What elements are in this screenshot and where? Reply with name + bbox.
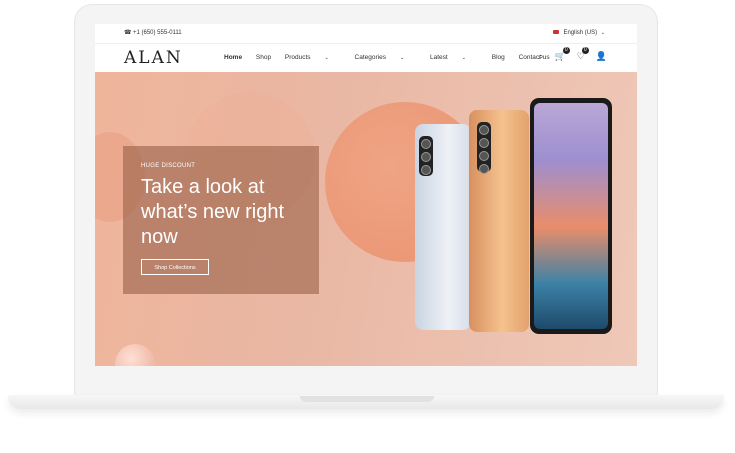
- wishlist-icon[interactable]: ♡ 0: [577, 47, 589, 62]
- phone-image-gold: [469, 110, 529, 332]
- nav-home[interactable]: Home: [224, 54, 242, 61]
- nav-shop[interactable]: Shop: [256, 54, 271, 61]
- chevron-down-icon: ⌄: [461, 55, 466, 61]
- wishlist-badge: 0: [581, 47, 589, 54]
- cart-badge: 0: [562, 47, 570, 54]
- language-selector[interactable]: English (US) ⌄: [552, 30, 605, 36]
- phone-number[interactable]: +1 (650) 555-0111: [133, 30, 182, 36]
- hero-title: Take a look at what’s new right now: [141, 176, 285, 248]
- hero-card: HUGE DISCOUNT Take a look at what’s new …: [123, 146, 319, 294]
- flag-icon: [552, 30, 559, 35]
- topbar: ☎ +1 (650) 555-0111 English (US) ⌄: [95, 24, 637, 44]
- phone-image-silver: [415, 124, 471, 330]
- camera-module: [419, 136, 433, 176]
- nav-latest[interactable]: Latest ⌄: [430, 54, 478, 61]
- nav-products[interactable]: Products ⌄: [285, 54, 341, 61]
- phone-icon: ☎: [124, 30, 132, 36]
- main-nav: Home Shop Products ⌄ Categories ⌄ Latest ⌄ …: [224, 54, 562, 61]
- user-icon[interactable]: 👤: [596, 51, 607, 62]
- header-icons: ⌕ 🛒 0 ♡ 0 👤: [538, 47, 607, 62]
- nav-categories-label: Categories: [354, 54, 386, 61]
- hero-tag: HUGE DISCOUNT: [141, 163, 196, 169]
- nav-categories[interactable]: Categories ⌄: [355, 54, 417, 61]
- hero-banner: HUGE DISCOUNT Take a look at what’s new …: [95, 72, 637, 366]
- shop-collections-button[interactable]: Shop Collections: [141, 259, 209, 275]
- header: ALAN Home Shop Products ⌄ Categories ⌄ Lat…: [95, 44, 637, 72]
- nav-latest-label: Latest: [430, 54, 448, 61]
- search-icon[interactable]: ⌕: [538, 51, 543, 62]
- screen: ☎ +1 (650) 555-0111 English (US) ⌄ ALAN …: [95, 24, 637, 366]
- phone-display: [534, 103, 608, 329]
- camera-module: [477, 122, 491, 174]
- phone-image-front: [530, 98, 612, 334]
- logo[interactable]: ALAN: [124, 48, 183, 68]
- chevron-down-icon: ⌄: [600, 30, 605, 36]
- cart-icon[interactable]: 🛒 0: [554, 47, 570, 62]
- language-label: English (US): [563, 30, 598, 36]
- decor-sphere: [115, 344, 155, 366]
- chevron-down-icon: ⌄: [399, 55, 405, 61]
- chevron-down-icon: ⌄: [324, 55, 329, 61]
- laptop-notch: [300, 396, 434, 402]
- nav-products-label: Products: [284, 54, 311, 61]
- nav-blog[interactable]: Blog: [492, 54, 505, 61]
